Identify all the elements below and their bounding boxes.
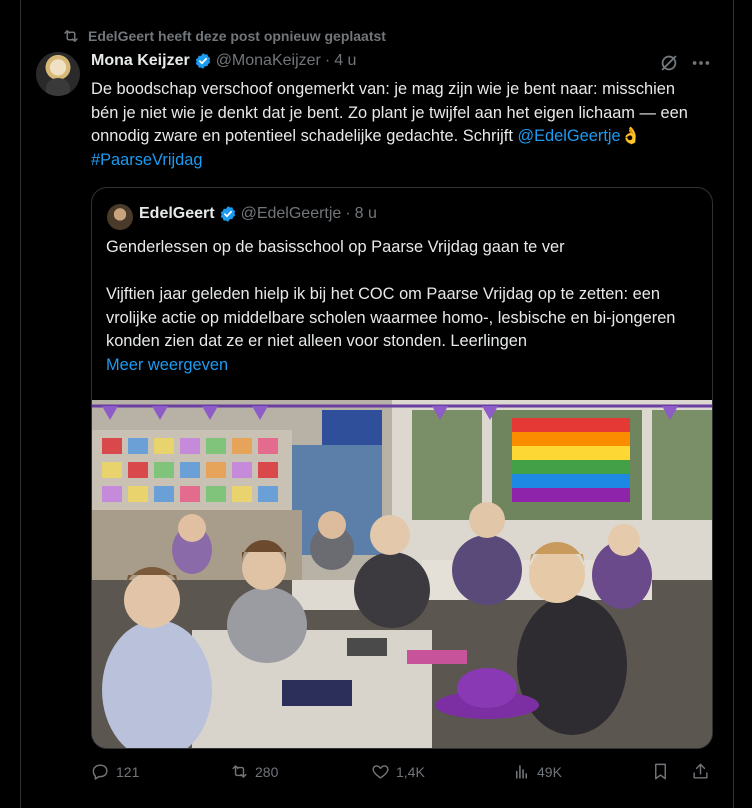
view-count: 49K — [537, 763, 562, 780]
author-header: Mona Keijzer @MonaKeijzer · 4 u — [91, 52, 356, 70]
hashtag-link[interactable]: #PaarseVrijdag — [91, 151, 202, 169]
action-bar: 121 280 1,4K 49K — [91, 762, 711, 790]
repost-indicator[interactable]: EdelGeert heeft deze post opnieuw geplaa… — [62, 26, 386, 46]
author-display-name[interactable]: Mona Keijzer — [91, 52, 190, 70]
bookmark-icon — [655, 763, 666, 780]
verified-badge-icon[interactable] — [194, 52, 212, 70]
bookmark-button[interactable] — [651, 762, 670, 781]
separator: · — [345, 205, 351, 222]
like-count: 1,4K — [396, 763, 425, 780]
quoted-author-header: EdelGeert @EdelGeertje · 8 u — [139, 205, 377, 223]
reply-count: 121 — [116, 763, 140, 780]
views-icon — [515, 765, 528, 779]
quoted-handle[interactable]: @EdelGeertje — [241, 205, 342, 223]
separator: · — [324, 52, 331, 69]
grok-icon[interactable] — [658, 52, 680, 74]
reply-button[interactable]: 121 — [91, 762, 139, 781]
share-icon — [693, 763, 708, 779]
post-time[interactable]: 4 u — [334, 52, 356, 70]
author-handle[interactable]: @MonaKeijzer — [216, 52, 321, 70]
verified-badge-icon[interactable] — [219, 205, 237, 223]
views-button[interactable]: 49K — [512, 762, 562, 781]
author-avatar[interactable] — [36, 52, 80, 96]
repost-icon — [232, 765, 247, 778]
reply-icon — [92, 764, 108, 780]
quoted-display-name[interactable]: EdelGeert — [139, 205, 215, 223]
show-more-link[interactable]: Meer weergeven — [106, 356, 228, 374]
quoted-text-body: Genderlessen op de basisschool op Paarse… — [106, 238, 676, 350]
mention-link[interactable]: @EdelGeertje — [517, 127, 620, 145]
repost-button[interactable]: 280 — [230, 762, 278, 781]
more-options-icon[interactable] — [690, 52, 712, 74]
classroom-photo[interactable] — [92, 400, 712, 748]
like-button[interactable]: 1,4K — [371, 762, 425, 781]
repost-label: EdelGeert heeft deze post opnieuw geplaa… — [88, 28, 386, 44]
repost-count: 280 — [255, 763, 279, 780]
quoted-author-avatar[interactable] — [107, 204, 133, 230]
quoted-text: Genderlessen op de basisschool op Paarse… — [106, 236, 700, 377]
post-text: De boodschap verschoof ongemerkt van: je… — [91, 78, 697, 172]
heart-icon — [372, 765, 389, 779]
quoted-time[interactable]: 8 u — [355, 205, 377, 223]
quoted-post[interactable]: EdelGeert @EdelGeertje · 8 u Genderlesse… — [91, 187, 713, 749]
repost-icon — [64, 30, 78, 42]
share-button[interactable] — [691, 762, 710, 781]
ok-hand-emoji: 👌 — [620, 127, 642, 145]
